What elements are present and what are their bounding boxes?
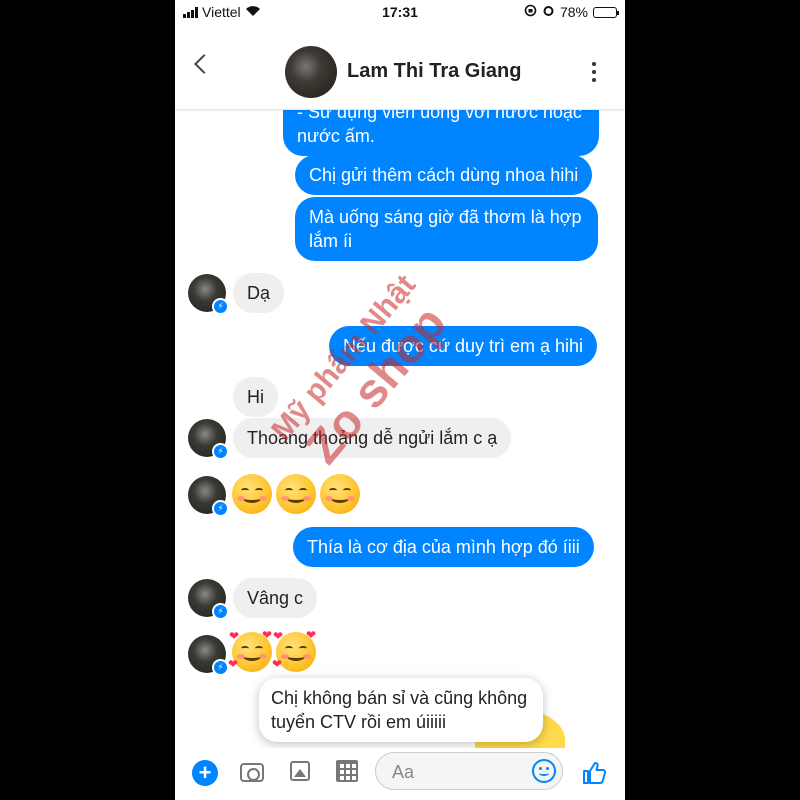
- smiling-emoji-icon[interactable]: [276, 474, 316, 514]
- incoming-message[interactable]: Vâng c: [233, 578, 318, 618]
- messenger-badge-icon: ⚡: [212, 500, 229, 517]
- sender-avatar[interactable]: ⚡: [188, 579, 229, 620]
- more-icon[interactable]: [591, 62, 597, 82]
- camera-icon[interactable]: [240, 763, 264, 782]
- smiling-emoji-icon[interactable]: [320, 474, 360, 514]
- grid-icon[interactable]: [336, 760, 358, 782]
- photo-icon[interactable]: [290, 761, 310, 781]
- back-icon[interactable]: [194, 54, 214, 74]
- messenger-badge-icon: ⚡: [212, 443, 229, 460]
- overlay-message: Chị không bán sỉ và cũng không tuyển CTV…: [259, 678, 543, 742]
- smiling-face-with-hearts-emoji-icon[interactable]: ❤ ❤ ❤: [228, 629, 272, 672]
- like-icon[interactable]: [581, 760, 607, 793]
- message-input-placeholder: Aa: [392, 762, 415, 782]
- message-input[interactable]: Aa: [375, 752, 563, 790]
- battery-icon: [593, 6, 619, 18]
- status-bar: Viettel 17:31 78%: [175, 0, 625, 24]
- composer-bar: + Aa: [175, 748, 625, 800]
- messenger-badge-icon: ⚡: [212, 659, 229, 676]
- conversation-header: Lam Thi Tra Giang: [175, 24, 625, 110]
- emoji-icon[interactable]: [532, 759, 556, 783]
- messenger-badge-icon: ⚡: [212, 603, 229, 620]
- alarm-icon: [542, 4, 555, 20]
- outgoing-message[interactable]: Mà uống sáng giờ đã thơm là hợp lắm íi: [295, 197, 598, 261]
- battery-percent: 78%: [559, 4, 588, 20]
- sender-avatar[interactable]: ⚡: [188, 419, 229, 460]
- plus-icon[interactable]: +: [192, 760, 218, 786]
- contact-avatar[interactable]: [285, 46, 337, 98]
- outgoing-message[interactable]: Chị gửi thêm cách dùng nhoa hihi: [295, 155, 593, 195]
- orientation-lock-icon: [524, 4, 537, 20]
- incoming-message[interactable]: Thoang thoảng dễ ngửi lắm c ạ: [233, 418, 512, 458]
- incoming-message[interactable]: Dạ: [233, 273, 285, 313]
- status-right: 78%: [524, 4, 619, 20]
- smiling-face-with-hearts-emoji-icon[interactable]: ❤ ❤ ❤: [272, 629, 316, 672]
- smiling-emoji-icon[interactable]: [232, 474, 272, 514]
- outgoing-message[interactable]: - Sử dụng viên uống với nước hoặc nước ấ…: [283, 110, 599, 156]
- phone-screen: Viettel 17:31 78% Lam Thi Tra Giang - Sử…: [175, 0, 625, 800]
- outgoing-message[interactable]: Thía là cơ địa của mình hợp đó íiii: [293, 527, 594, 567]
- incoming-message[interactable]: Hi: [233, 377, 278, 417]
- sender-avatar[interactable]: ⚡: [188, 635, 229, 676]
- sender-avatar[interactable]: ⚡: [188, 274, 229, 315]
- messenger-badge-icon: ⚡: [212, 298, 229, 315]
- sender-avatar[interactable]: ⚡: [188, 476, 229, 517]
- contact-name[interactable]: Lam Thi Tra Giang: [347, 60, 521, 83]
- message-list[interactable]: - Sử dụng viên uống với nước hoặc nước ấ…: [175, 110, 625, 750]
- outgoing-message[interactable]: Nếu được cứ duy trì em ạ hihi: [329, 326, 597, 366]
